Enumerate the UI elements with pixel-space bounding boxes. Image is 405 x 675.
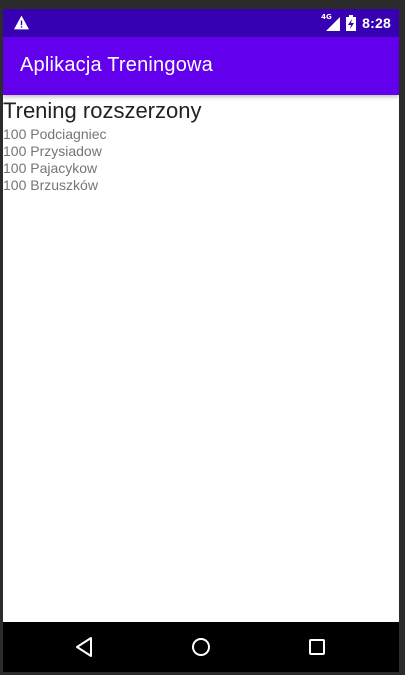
emulator-frame: 4G 8:28 Aplikacja Treningowa Trening roz… xyxy=(0,0,405,675)
phone-screen: 4G 8:28 Aplikacja Treningowa Trening roz… xyxy=(3,9,399,672)
battery-charging-icon xyxy=(346,15,357,31)
recents-square-icon[interactable] xyxy=(305,635,329,659)
exercise-item: 100 Pajacykow xyxy=(3,160,98,176)
status-bar: 4G 8:28 xyxy=(3,9,399,37)
network-type-label: 4G xyxy=(321,13,332,21)
warning-icon xyxy=(14,15,29,30)
home-circle-icon[interactable] xyxy=(189,635,213,659)
navigation-bar xyxy=(3,622,399,672)
exercise-item: 100 Podciagniec xyxy=(3,126,107,142)
app-title: Aplikacja Treningowa xyxy=(20,54,213,76)
status-icons: 4G 8:28 xyxy=(321,9,391,37)
exercise-item: 100 Brzuszków xyxy=(3,177,98,193)
exercise-list: 100 Podciagniec 100 Przysiadow 100 Pajac… xyxy=(3,126,399,194)
signal-icon: 4G xyxy=(321,13,341,31)
training-heading: Trening rozszerzony xyxy=(3,98,202,123)
back-triangle-icon[interactable] xyxy=(73,635,97,659)
app-bar: Aplikacja Treningowa xyxy=(3,37,399,95)
status-clock: 8:28 xyxy=(362,15,391,31)
main-content: Trening rozszerzony 100 Podciagniec 100 … xyxy=(3,95,399,194)
exercise-item: 100 Przysiadow xyxy=(3,143,102,159)
